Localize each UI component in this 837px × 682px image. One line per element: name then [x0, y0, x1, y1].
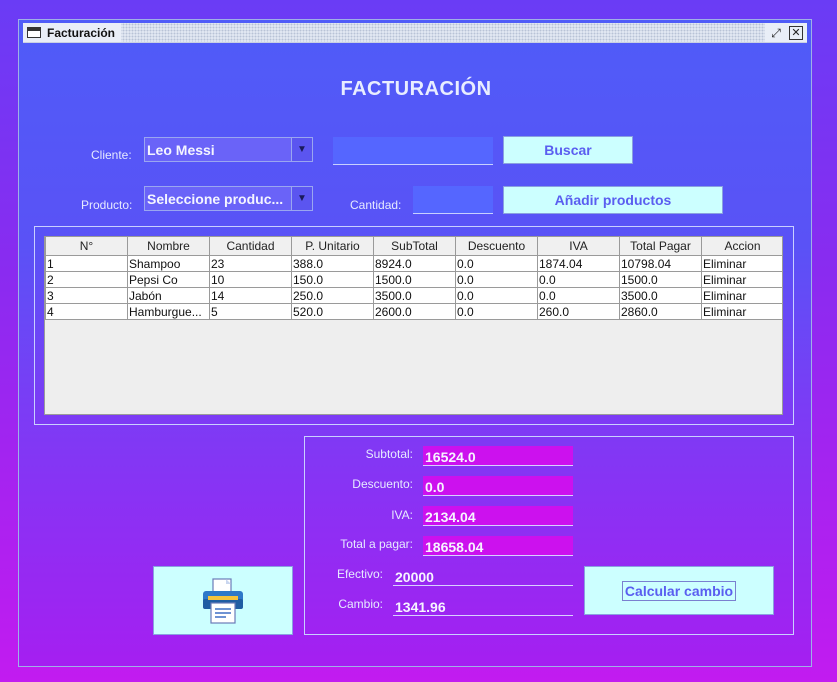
table-cell: 3 — [45, 287, 128, 304]
cantidad-label: Cantidad: — [350, 198, 402, 212]
table-cell: 10 — [209, 271, 292, 288]
title-bar[interactable]: Facturación ⤢ ✕ — [23, 23, 807, 43]
table-cell: 0.0 — [455, 271, 538, 288]
table-cell: 5 — [209, 303, 292, 320]
table-row[interactable]: 3 Jabón 14 250.0 3500.0 0.0 0.0 3500.0 E… — [45, 287, 782, 304]
calcular-cambio-label: Calcular cambio — [621, 580, 737, 601]
table-cell: 8924.0 — [373, 255, 456, 272]
totals-panel: Subtotal: 16524.0 Descuento: 0.0 IVA: 21… — [304, 436, 794, 635]
print-button[interactable] — [153, 566, 293, 635]
header-nombre[interactable]: Nombre — [127, 237, 210, 256]
facturacion-window: Facturación ⤢ ✕ FACTURACIÓN Cliente: Leo… — [18, 19, 812, 667]
eliminar-action[interactable]: Eliminar — [701, 287, 782, 304]
table-cell: 0.0 — [537, 271, 620, 288]
cliente-label: Cliente: — [91, 148, 132, 162]
producto-select-value: Seleccione produc... — [147, 190, 284, 207]
table-cell: 2600.0 — [373, 303, 456, 320]
table-cell: 388.0 — [291, 255, 374, 272]
efectivo-field[interactable]: 20000 — [393, 566, 573, 586]
descuento-label: Descuento: — [352, 477, 413, 491]
cambio-label: Cambio: — [338, 597, 383, 611]
efectivo-label: Efectivo: — [336, 567, 383, 581]
page-title: FACTURACIÓN — [340, 78, 492, 100]
window-icon — [27, 27, 41, 38]
chevron-down-icon[interactable]: ▼ — [291, 138, 312, 161]
table-cell: 150.0 — [291, 271, 374, 288]
close-icon[interactable]: ✕ — [789, 25, 803, 40]
header-accion[interactable]: Accion — [701, 237, 782, 256]
table-row[interactable]: 1 Shampoo 23 388.0 8924.0 0.0 1874.04 10… — [45, 255, 782, 272]
table-cell: 2860.0 — [619, 303, 702, 320]
eliminar-action[interactable]: Eliminar — [701, 255, 782, 272]
header-cantidad[interactable]: Cantidad — [209, 237, 292, 256]
table-cell: 4 — [45, 303, 128, 320]
producto-label: Producto: — [81, 198, 133, 212]
buscar-button[interactable]: Buscar — [503, 136, 633, 164]
calcular-cambio-button[interactable]: Calcular cambio — [584, 566, 774, 615]
table-cell: 520.0 — [291, 303, 374, 320]
table-cell: Hamburgue... — [127, 303, 210, 320]
cantidad-field[interactable] — [413, 186, 493, 214]
table-cell: 1500.0 — [373, 271, 456, 288]
printer-icon — [203, 577, 243, 624]
anadir-productos-button[interactable]: Añadir productos — [503, 186, 723, 214]
iva-label: IVA: — [391, 508, 413, 522]
table-cell: 250.0 — [291, 287, 374, 304]
table-cell: 0.0 — [455, 303, 538, 320]
table-cell: 3500.0 — [619, 287, 702, 304]
products-table[interactable]: N° Nombre Cantidad P. Unitario SubTotal … — [44, 236, 783, 415]
cambio-value: 1341.96 — [393, 596, 573, 616]
table-row[interactable]: 4 Hamburgue... 5 520.0 2600.0 0.0 260.0 … — [45, 303, 782, 320]
subtotal-label: Subtotal: — [365, 447, 413, 461]
table-cell: 2 — [45, 271, 128, 288]
header-p-unitario[interactable]: P. Unitario — [291, 237, 374, 256]
header-subtotal[interactable]: SubTotal — [373, 237, 456, 256]
search-input[interactable] — [333, 137, 493, 165]
table-header-row: N° Nombre Cantidad P. Unitario SubTotal … — [45, 237, 782, 256]
table-cell: 0.0 — [455, 255, 538, 272]
header-total-pagar[interactable]: Total Pagar — [619, 237, 702, 256]
cliente-select-value: Leo Messi — [147, 141, 215, 158]
producto-select[interactable]: Seleccione produc... ▼ — [144, 186, 313, 211]
total-pagar-value: 18658.04 — [423, 536, 573, 556]
table-cell: Pepsi Co — [127, 271, 210, 288]
table-cell: Shampoo — [127, 255, 210, 272]
header-descuento[interactable]: Descuento — [455, 237, 538, 256]
total-pagar-label: Total a pagar: — [340, 537, 413, 551]
table-cell: 0.0 — [537, 287, 620, 304]
iva-value: 2134.04 — [423, 506, 573, 526]
cliente-select[interactable]: Leo Messi ▼ — [144, 137, 313, 162]
table-cell: 10798.04 — [619, 255, 702, 272]
table-cell: 14 — [209, 287, 292, 304]
header-n[interactable]: N° — [45, 237, 128, 256]
table-cell: 1874.04 — [537, 255, 620, 272]
eliminar-action[interactable]: Eliminar — [701, 303, 782, 320]
table-cell: 23 — [209, 255, 292, 272]
table-cell: 260.0 — [537, 303, 620, 320]
header-iva[interactable]: IVA — [537, 237, 620, 256]
descuento-value: 0.0 — [423, 476, 573, 496]
table-cell: 1 — [45, 255, 128, 272]
table-cell: 1500.0 — [619, 271, 702, 288]
table-cell: 0.0 — [455, 287, 538, 304]
table-row[interactable]: 2 Pepsi Co 10 150.0 1500.0 0.0 0.0 1500.… — [45, 271, 782, 288]
chevron-down-icon[interactable]: ▼ — [291, 187, 312, 210]
products-table-panel: N° Nombre Cantidad P. Unitario SubTotal … — [34, 226, 794, 425]
table-cell: 3500.0 — [373, 287, 456, 304]
table-cell: Jabón — [127, 287, 210, 304]
subtotal-value: 16524.0 — [423, 446, 573, 466]
eliminar-action[interactable]: Eliminar — [701, 271, 782, 288]
restore-icon[interactable]: ⤢ — [769, 26, 783, 40]
window-title: Facturación — [47, 25, 116, 40]
